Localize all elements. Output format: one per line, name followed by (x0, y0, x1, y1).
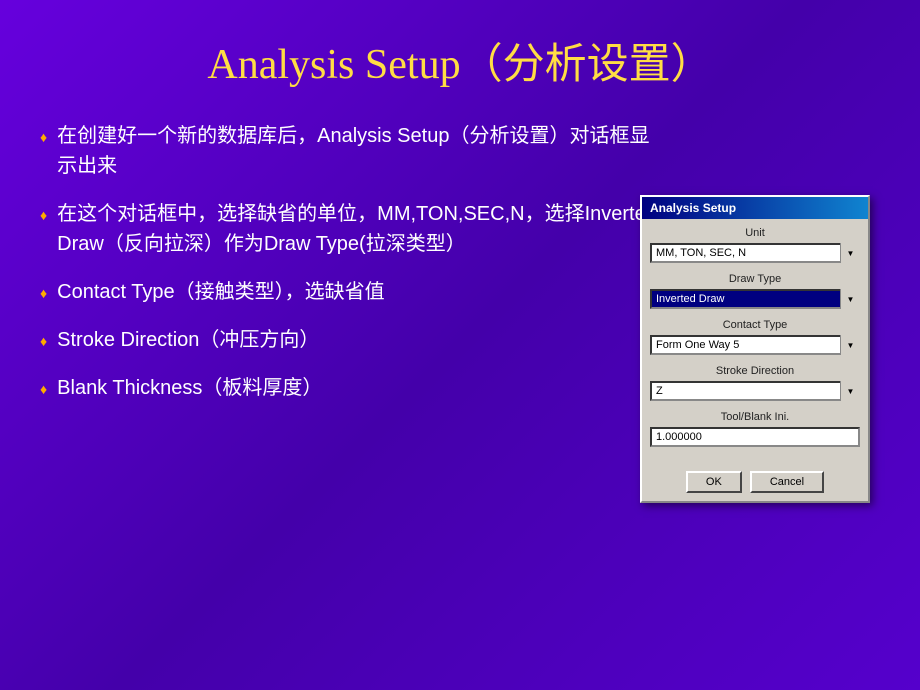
bullet-item-2: ♦ 在这个对话框中，选择缺省的单位，MM,TON,SEC,N，选择Inverte… (40, 199, 660, 259)
bullet-text-2: 在这个对话框中，选择缺省的单位，MM,TON,SEC,N，选择Inverted … (57, 199, 660, 259)
bullet-list: ♦ 在创建好一个新的数据库后，Analysis Setup（分析设置）对话框显示… (40, 121, 660, 403)
bullet-text-4: Stroke Direction（冲压方向） (57, 325, 660, 355)
dialog-title: Analysis Setup (650, 201, 736, 215)
tool-blank-ini-label: Tool/Blank Ini. (650, 411, 860, 423)
tool-blank-ini-input[interactable] (650, 427, 860, 447)
unit-select[interactable]: MM, TON, SEC, N IN, LBF, SEC, LBF (650, 243, 860, 263)
dialog-content: Unit MM, TON, SEC, N IN, LBF, SEC, LBF ▼… (642, 219, 868, 465)
bullet-item-3: ♦ Contact Type（接触类型），选缺省值 (40, 277, 660, 307)
bullet-item-4: ♦ Stroke Direction（冲压方向） (40, 325, 660, 355)
slide-title: Analysis Setup（分析设置） (40, 30, 880, 91)
bullet-icon-4: ♦ (40, 331, 47, 352)
bullet-icon-5: ♦ (40, 379, 47, 400)
draw-type-select[interactable]: Inverted Draw Normal Draw Blanking (650, 289, 860, 309)
stroke-direction-label: Stroke Direction (650, 365, 860, 377)
stroke-direction-select-wrapper[interactable]: Z -Z X -X Y -Y ▼ (650, 381, 860, 401)
bullet-text-5: Blank Thickness（板料厚度） (57, 373, 660, 403)
draw-type-label: Draw Type (650, 273, 860, 285)
draw-type-select-wrapper[interactable]: Inverted Draw Normal Draw Blanking ▼ (650, 289, 860, 309)
bullet-text-3: Contact Type（接触类型），选缺省值 (57, 277, 660, 307)
contact-type-label: Contact Type (650, 319, 860, 331)
ok-button[interactable]: OK (686, 471, 742, 493)
presentation-slide: Analysis Setup（分析设置） ♦ 在创建好一个新的数据库后，Anal… (0, 0, 920, 690)
bullet-icon-1: ♦ (40, 127, 47, 148)
dialog-button-row: OK Cancel (642, 465, 868, 501)
stroke-direction-select[interactable]: Z -Z X -X Y -Y (650, 381, 860, 401)
bullet-icon-3: ♦ (40, 283, 47, 304)
cancel-button[interactable]: Cancel (750, 471, 824, 493)
unit-select-wrapper[interactable]: MM, TON, SEC, N IN, LBF, SEC, LBF ▼ (650, 243, 860, 263)
bullet-item-1: ♦ 在创建好一个新的数据库后，Analysis Setup（分析设置）对话框显示… (40, 121, 660, 181)
analysis-setup-dialog: Analysis Setup Unit MM, TON, SEC, N IN, … (640, 195, 870, 503)
contact-type-select[interactable]: Form One Way 5 Form One Way 3 Form Two W… (650, 335, 860, 355)
bullet-item-5: ♦ Blank Thickness（板料厚度） (40, 373, 660, 403)
bullet-text-1: 在创建好一个新的数据库后，Analysis Setup（分析设置）对话框显示出来 (57, 121, 660, 181)
unit-label: Unit (650, 227, 860, 239)
dialog-titlebar: Analysis Setup (642, 197, 868, 219)
bullet-icon-2: ♦ (40, 205, 47, 226)
contact-type-select-wrapper[interactable]: Form One Way 5 Form One Way 3 Form Two W… (650, 335, 860, 355)
